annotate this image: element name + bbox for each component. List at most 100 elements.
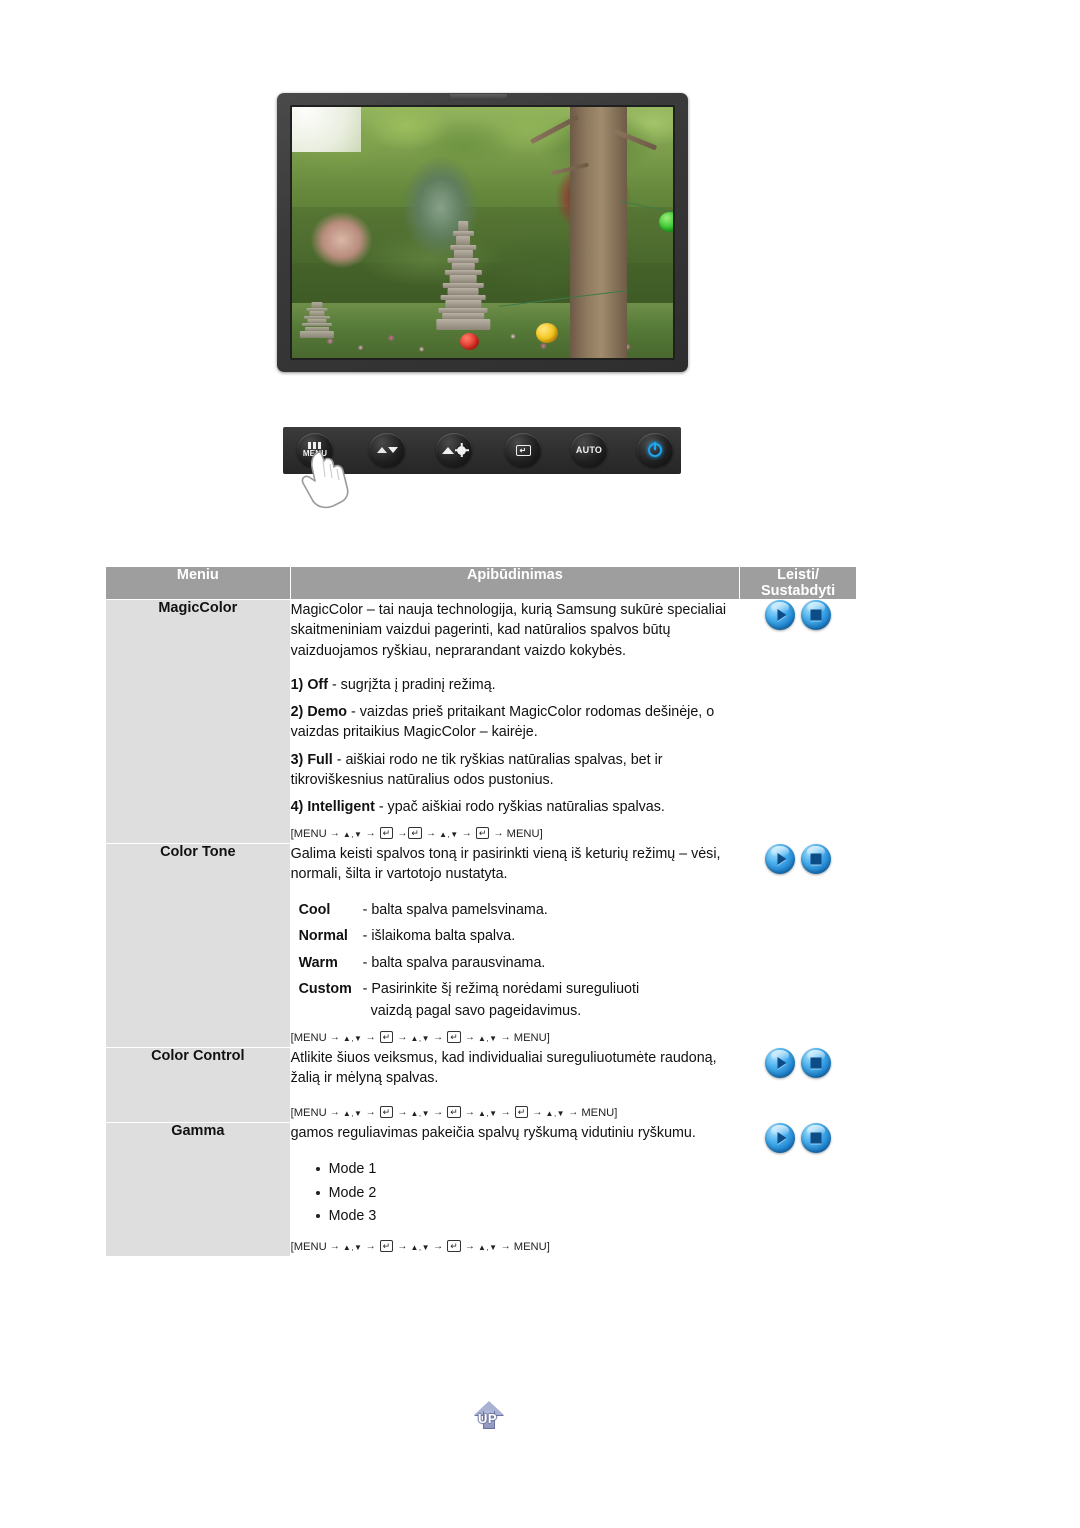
row-controls-color-control xyxy=(739,1046,857,1124)
row-label-gamma: Gamma xyxy=(105,1122,291,1258)
play-icon[interactable] xyxy=(765,1123,796,1154)
option-text: - vaizdas prieš pritaikant MagicColor ro… xyxy=(290,704,715,741)
list-item: Warm - balta spalva parausvinama. xyxy=(291,953,740,973)
list-item: Cool - balta spalva pamelsvinama. xyxy=(291,900,740,920)
option-num: 3) xyxy=(290,751,304,768)
tree-trunk-icon xyxy=(570,107,628,358)
colortone-options: Cool - balta spalva pamelsvinama. Normal… xyxy=(291,900,740,1021)
option-num: 1) xyxy=(290,676,304,693)
list-item: Mode 1 xyxy=(315,1159,740,1179)
tone-def: - išlaikoma balta spalva. xyxy=(362,928,516,945)
menu-bars-icon: MENU xyxy=(303,442,327,458)
magiccolor-intro: MagicColor – tai nauja technologija, kur… xyxy=(290,602,727,659)
stop-icon[interactable] xyxy=(801,843,832,874)
row-controls-gamma xyxy=(739,1122,857,1258)
monitor-bezel xyxy=(277,93,688,372)
lantern-yellow-icon xyxy=(535,322,558,343)
option-text: - sugrįžta į pradinį režimą. xyxy=(331,676,496,693)
brightness-button[interactable] xyxy=(436,433,472,467)
seq-open: [MENU xyxy=(290,1107,327,1120)
play-icon[interactable] xyxy=(765,1047,796,1078)
settings-table: Meniu Apibūdinimas Leisti/ Sustabdyti Ma… xyxy=(105,566,857,1258)
power-button[interactable] xyxy=(637,433,673,467)
tone-term: Warm xyxy=(298,954,338,971)
monitor-control-panel: MENU ↵ AUTO xyxy=(283,427,681,509)
gamma-modes: Mode 1 Mode 2 Mode 3 xyxy=(291,1159,740,1226)
auto-text-icon: AUTO xyxy=(575,445,603,455)
header-description: Apibūdinimas xyxy=(289,566,741,600)
row-description-magiccolor: MagicColor – tai nauja technologija, kur… xyxy=(289,599,741,844)
stone-pagoda-icon xyxy=(436,205,491,331)
gamma-intro: gamos reguliavimas pakeičia spalvų ryšku… xyxy=(290,1125,696,1142)
header-play-stop: Leisti/ Sustabdyti xyxy=(739,566,857,600)
tone-def: - balta spalva parausvinama. xyxy=(362,954,546,971)
screen-photo xyxy=(292,107,673,358)
list-item: 3) Full - aiškiai rodo ne tik ryškias na… xyxy=(291,750,740,791)
table-row: Color Tone Galima keisti spalvos toną ir… xyxy=(105,842,857,1048)
table-row: Gamma gamos reguliavimas pakeičia spalvų… xyxy=(105,1122,857,1258)
tone-term: Custom xyxy=(298,981,352,998)
gamma-key-sequence: [MENU → ▲,▼ → ↵ → ▲,▼ → ↵ → ▲,▼ → MENU] xyxy=(290,1240,550,1254)
header-play-stop-line1: Leisti/ xyxy=(777,567,820,583)
seq-close: MENU] xyxy=(513,1031,550,1044)
play-icon[interactable] xyxy=(765,600,796,630)
option-text: - aiškiai rodo ne tik ryškias natūralias… xyxy=(290,751,663,789)
monitor-figure xyxy=(277,93,688,372)
option-term: Off xyxy=(307,676,328,693)
list-item: Custom - Pasirinkite šį režimą norėdami … xyxy=(291,979,740,999)
table-row: MagicColor MagicColor – tai nauja techno… xyxy=(105,599,857,844)
magiccolor-key-sequence: [MENU → ▲,▼ → ↵ → ↵ → ▲,▼ → ↵ → MENU] xyxy=(290,826,543,840)
header-menu: Meniu xyxy=(105,566,291,600)
colorcontrol-key-sequence: [MENU → ▲,▼ → ↵ → ▲,▼ → ↵ → ▲,▼ → ↵ → ▲,… xyxy=(290,1106,618,1120)
list-item: 1) Off - sugrįžta į pradinį režimą. xyxy=(291,675,740,695)
list-item: Normal - išlaikoma balta spalva. xyxy=(291,926,740,946)
menu-button-label: MENU xyxy=(302,449,328,458)
play-icon[interactable] xyxy=(765,843,796,874)
colortone-intro: Galima keisti spalvos toną ir pasirinkti… xyxy=(290,845,721,882)
auto-button[interactable]: AUTO xyxy=(571,433,607,467)
row-description-gamma: gamos reguliavimas pakeičia spalvų ryšku… xyxy=(289,1122,741,1258)
row-description-color-tone: Galima keisti spalvos toną ir pasirinkti… xyxy=(289,842,741,1048)
colortone-key-sequence: [MENU → ▲,▼ → ↵ → ▲,▼ → ↵ → ▲,▼ → MENU] xyxy=(290,1030,550,1044)
list-item: Mode 2 xyxy=(315,1183,740,1203)
up-button[interactable]: UP xyxy=(458,1398,520,1434)
row-description-color-control: Atlikite šiuos veiksmus, kad individuali… xyxy=(289,1046,741,1124)
seq-open: [MENU xyxy=(290,1031,327,1044)
hill-down-arrow-icon xyxy=(376,447,398,453)
seq-open: [MENU xyxy=(290,827,327,840)
seq-open: [MENU xyxy=(290,1241,327,1254)
row-controls-color-tone xyxy=(739,842,857,1048)
small-pagoda-icon xyxy=(299,278,334,338)
option-term: Full xyxy=(307,751,333,768)
tone-def-continued: vaizdą pagal savo pageidavimus. xyxy=(370,1003,582,1020)
stop-icon[interactable] xyxy=(801,1047,832,1078)
tone-term: Normal xyxy=(298,928,348,945)
row-label-magiccolor: MagicColor xyxy=(105,599,291,844)
table-header-row: Meniu Apibūdinimas Leisti/ Sustabdyti xyxy=(105,566,857,600)
option-num: 4) xyxy=(290,799,304,816)
row-label-color-tone: Color Tone xyxy=(105,842,291,1048)
option-term: Intelligent xyxy=(307,799,375,816)
option-term: Demo xyxy=(307,704,348,721)
list-item: Mode 3 xyxy=(315,1206,740,1226)
down-button[interactable] xyxy=(369,433,405,467)
tone-term: Cool xyxy=(298,902,331,919)
row-label-color-control: Color Control xyxy=(105,1046,291,1124)
stop-icon[interactable] xyxy=(801,1123,832,1154)
tone-def: - balta spalva pamelsvinama. xyxy=(362,902,548,919)
monitor-screen xyxy=(290,105,675,360)
up-button-label: UP xyxy=(478,1411,498,1426)
seq-close: MENU] xyxy=(513,1241,550,1254)
menu-button[interactable]: MENU xyxy=(297,433,333,467)
seq-close: MENU] xyxy=(506,827,543,840)
magiccolor-options: 1) Off - sugrįžta į pradinį režimą. 2) D… xyxy=(291,675,740,818)
colorcontrol-intro: Atlikite šiuos veiksmus, kad individuali… xyxy=(290,1049,717,1086)
row-controls-magiccolor xyxy=(739,599,857,844)
stop-icon[interactable] xyxy=(801,600,832,630)
list-item: 4) Intelligent - ypač aiškiai rodo ryški… xyxy=(291,797,740,817)
option-num: 2) xyxy=(290,704,304,721)
power-icon xyxy=(648,443,662,457)
table-row: Color Control Atlikite šiuos veiksmus, k… xyxy=(105,1046,857,1124)
enter-button[interactable]: ↵ xyxy=(505,433,541,467)
list-item: 2) Demo - vaizdas prieš pritaikant Magic… xyxy=(291,702,740,743)
